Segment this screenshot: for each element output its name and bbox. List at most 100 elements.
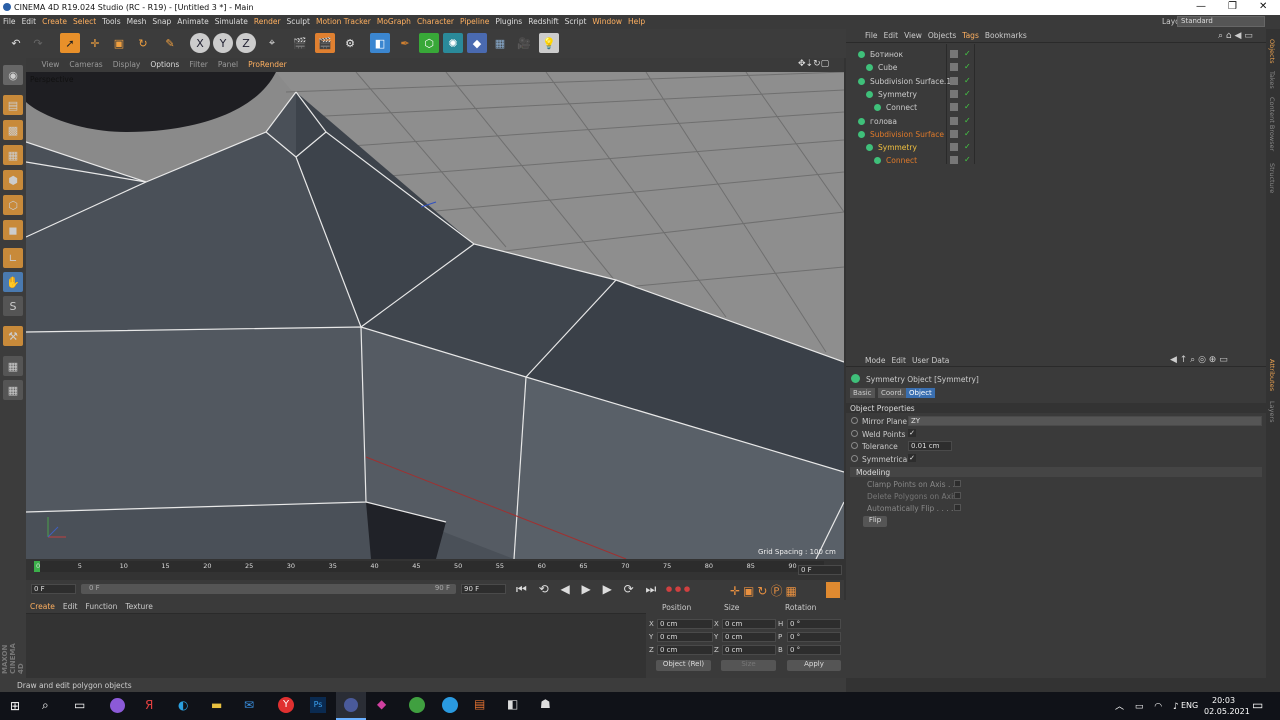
- flip-button[interactable]: Flip: [863, 516, 887, 527]
- axis-mode-icon[interactable]: ∟: [3, 248, 23, 268]
- visibility-toggle[interactable]: [950, 89, 958, 98]
- vp-menu-view[interactable]: View: [37, 58, 65, 71]
- position-z-field[interactable]: 0 cm: [657, 645, 713, 655]
- keyframe-controls[interactable]: ✛▣↻Ⓟ▦: [730, 582, 800, 599]
- am-nav-icons[interactable]: ◀ ↑ ⌕ ◎ ⊕ ▭: [1170, 355, 1228, 365]
- y-axis-icon[interactable]: Y: [213, 33, 233, 53]
- auto-flip-checkbox[interactable]: [954, 504, 961, 511]
- redo-icon[interactable]: ↷: [28, 33, 48, 53]
- tweak-mode-icon[interactable]: ✋: [3, 272, 23, 292]
- menu-sculpt[interactable]: Sculpt: [284, 15, 313, 26]
- mat-menu-function[interactable]: Function: [81, 600, 121, 613]
- model-mode-icon[interactable]: ▤: [3, 95, 23, 115]
- vp-menu-cameras[interactable]: Cameras: [64, 58, 107, 71]
- mat-menu-edit[interactable]: Edit: [59, 600, 82, 613]
- vp-menu-filter[interactable]: Filter: [184, 58, 213, 71]
- visibility-toggle[interactable]: [950, 103, 958, 112]
- anim-dot[interactable]: [851, 442, 858, 449]
- tab-takes[interactable]: Takes: [1268, 71, 1276, 89]
- make-editable-icon[interactable]: ◉: [3, 65, 23, 85]
- enable-check-icon[interactable]: ✓: [964, 76, 971, 85]
- winrar-icon[interactable]: ▤: [474, 697, 485, 711]
- object-row[interactable]: голова ✓: [846, 116, 1266, 129]
- tab-objects[interactable]: Objects: [1268, 39, 1276, 64]
- maximize-button[interactable]: ❐: [1228, 1, 1237, 12]
- system-tray-icons[interactable]: ︿ ▭ ◠ ♪: [1115, 699, 1183, 712]
- delete-polygons-checkbox[interactable]: [954, 492, 961, 499]
- render-settings-icon[interactable]: ⚙: [340, 33, 360, 53]
- deformer-icon[interactable]: ◆: [467, 33, 487, 53]
- tab-content-browser[interactable]: Content Browser: [1268, 97, 1276, 151]
- undo-icon[interactable]: ↶: [6, 33, 26, 53]
- anim-dot[interactable]: [851, 430, 858, 437]
- start-frame-field[interactable]: 0 F: [31, 584, 76, 594]
- menu-select[interactable]: Select: [70, 15, 99, 26]
- viewport-3d[interactable]: [26, 72, 844, 559]
- current-frame-field[interactable]: 0 F: [798, 565, 842, 575]
- tab-basic[interactable]: Basic: [850, 388, 875, 398]
- object-name[interactable]: Cube: [878, 63, 897, 72]
- render-view-icon[interactable]: 🎬: [290, 33, 310, 53]
- planar-workplane-icon[interactable]: ▦: [3, 380, 23, 400]
- visibility-toggle[interactable]: [950, 143, 958, 152]
- viewport-nav-icons[interactable]: ✥⇣↻▢: [798, 59, 829, 69]
- texture-mode-icon[interactable]: ▩: [3, 120, 23, 140]
- enable-check-icon[interactable]: ✓: [964, 142, 971, 151]
- clamp-points-checkbox[interactable]: [954, 480, 961, 487]
- om-menu-edit[interactable]: Edit: [881, 29, 902, 42]
- anim-dot[interactable]: [851, 417, 858, 424]
- object-name[interactable]: Symmetry: [878, 143, 917, 152]
- language-indicator[interactable]: ENG: [1181, 701, 1198, 710]
- size-y-field[interactable]: 0 cm: [722, 632, 776, 642]
- size-z-field[interactable]: 0 cm: [722, 645, 776, 655]
- menu-plugins[interactable]: Plugins: [492, 15, 525, 26]
- clock-date[interactable]: 02.05.2021: [1204, 707, 1250, 716]
- floor-icon[interactable]: ▦: [490, 33, 510, 53]
- rotation-h-field[interactable]: 0 °: [787, 619, 841, 629]
- object-name[interactable]: голова: [870, 117, 897, 126]
- mat-menu-create[interactable]: Create: [26, 600, 59, 613]
- position-x-field[interactable]: 0 cm: [657, 619, 713, 629]
- rotate-tool-icon[interactable]: ↻: [133, 33, 153, 53]
- enable-check-icon[interactable]: ✓: [964, 49, 971, 58]
- object-row[interactable]: Connect ✓: [846, 155, 1266, 168]
- visibility-toggle[interactable]: [950, 50, 958, 58]
- telegram-icon[interactable]: [442, 697, 458, 713]
- object-row[interactable]: Subdivision Surface.1 ✓: [846, 76, 1266, 89]
- menu-mograph[interactable]: MoGraph: [374, 15, 414, 26]
- app-icon-1[interactable]: [110, 698, 125, 713]
- tolerance-field[interactable]: 0.01 cm: [908, 441, 952, 451]
- tab-coord[interactable]: Coord.: [878, 388, 907, 398]
- tab-attributes[interactable]: Attributes: [1268, 359, 1276, 391]
- om-nav-icons[interactable]: ⌕ ⌂ ◀ ▭: [1218, 31, 1253, 41]
- light-icon[interactable]: 💡: [539, 33, 559, 53]
- utorrent-icon[interactable]: [409, 697, 425, 713]
- mail-icon[interactable]: ✉: [244, 698, 254, 712]
- playback-controls[interactable]: ⏮ ⟲ ◀ ▶ ▶ ⟳ ⏭: [516, 582, 660, 597]
- menu-animate[interactable]: Animate: [174, 15, 211, 26]
- layout-select[interactable]: Standard: [1177, 16, 1265, 27]
- om-menu-file[interactable]: File: [862, 29, 881, 42]
- object-name[interactable]: Subdivision Surface: [870, 130, 944, 139]
- object-row[interactable]: Symmetry ✓: [846, 89, 1266, 102]
- size-x-field[interactable]: 0 cm: [722, 619, 776, 629]
- object-row[interactable]: Ботинок ✓: [846, 49, 1266, 62]
- x-axis-icon[interactable]: X: [190, 33, 210, 53]
- subdivision-icon[interactable]: ⬡: [419, 33, 439, 53]
- tab-layers[interactable]: Layers: [1268, 401, 1276, 423]
- weld-points-checkbox[interactable]: ✓: [908, 429, 916, 437]
- am-menu-mode[interactable]: Mode: [862, 353, 888, 368]
- yandex-icon[interactable]: Я: [145, 698, 153, 712]
- apply-button[interactable]: Apply: [787, 660, 841, 671]
- explorer-icon[interactable]: ▬: [211, 698, 222, 712]
- timeline-menu-icon[interactable]: [826, 582, 840, 598]
- record-controls[interactable]: ⏺⏺⏺: [666, 582, 693, 597]
- workplane-lock-icon[interactable]: ⚒: [3, 326, 23, 346]
- polygons-mode-icon[interactable]: ◼: [3, 220, 23, 240]
- recent-tool-icon[interactable]: ✎: [160, 33, 180, 53]
- task-view-icon[interactable]: ▭: [74, 698, 85, 712]
- enable-check-icon[interactable]: ✓: [964, 102, 971, 111]
- tab-object[interactable]: Object: [906, 388, 935, 398]
- edges-mode-icon[interactable]: ⬡: [3, 195, 23, 215]
- windows-start-icon[interactable]: ⊞: [10, 699, 20, 713]
